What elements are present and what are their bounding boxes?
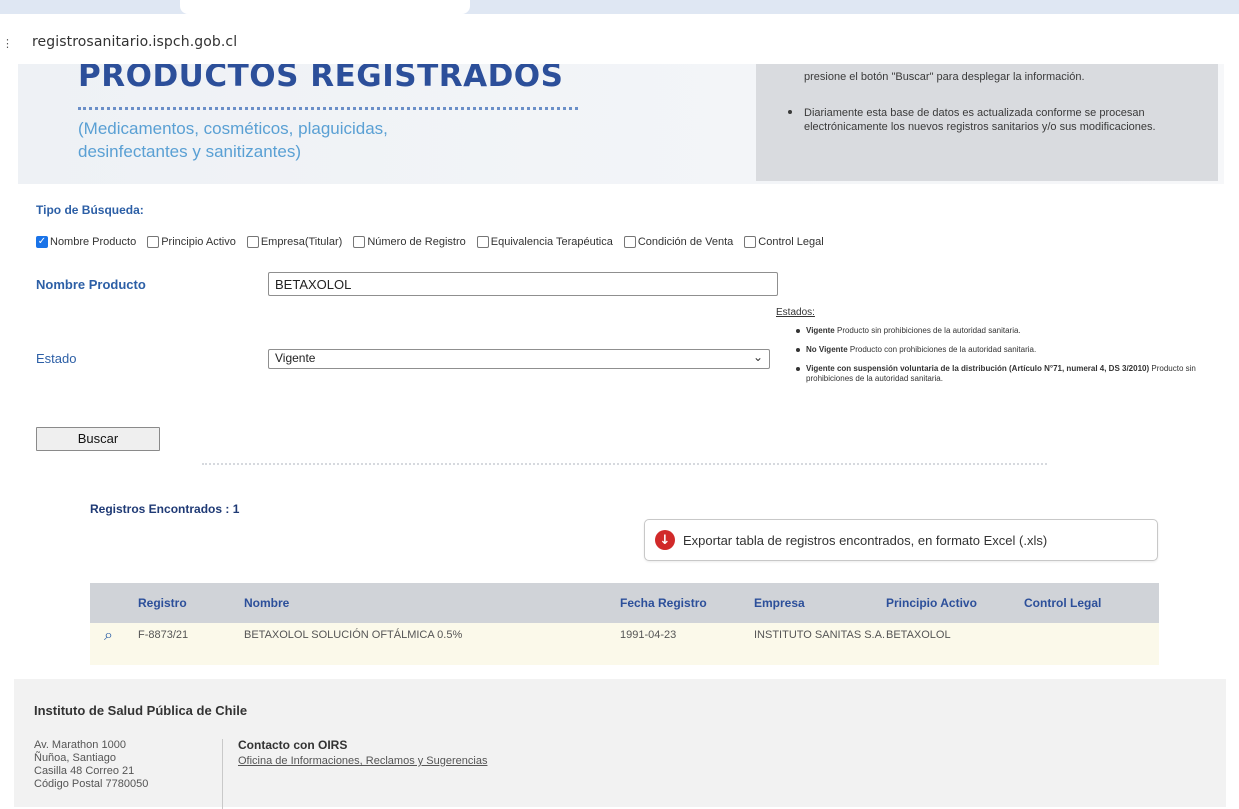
export-excel-button[interactable]: ↓ Exportar tabla de registros encontrado… — [644, 519, 1158, 561]
browser-address-bar[interactable]: ⋮ registrosanitario.ispch.gob.cl — [0, 14, 1239, 64]
estado-item: Vigente con suspensión voluntaria de la … — [796, 364, 1216, 384]
footer-title: Instituto de Salud Pública de Chile — [34, 703, 248, 718]
buscar-button[interactable]: Buscar — [36, 427, 160, 451]
principio-cell: BETAXOLOL — [886, 629, 951, 641]
address-line: Ñuñoa, Santiago — [34, 752, 116, 764]
option-nombre-producto[interactable]: ✓ Nombre Producto — [36, 236, 136, 248]
title-underline — [78, 107, 578, 110]
fecha-cell: 1991-04-23 — [620, 629, 677, 641]
checkbox-icon[interactable] — [623, 236, 636, 248]
results-table: Registro Nombre Fecha Registro Empresa P… — [90, 583, 1159, 665]
section-divider — [202, 463, 1047, 465]
column-header: Fecha Registro — [620, 596, 707, 610]
estado-label: Estado — [36, 351, 77, 366]
search-type-options: ✓ Nombre Producto Principio Activo Empre… — [36, 234, 1236, 250]
estados-legend: Estados: Vigente Producto sin prohibicio… — [776, 308, 1216, 393]
page-footer: Instituto de Salud Pública de Chile Av. … — [14, 679, 1226, 809]
option-label: Nombre Producto — [50, 236, 137, 248]
option-equivalencia-terapeutica[interactable]: Equivalencia Terapéutica — [476, 236, 613, 248]
browser-tab-strip — [0, 0, 1239, 14]
empresa-cell: INSTITUTO SANITAS S.A. — [754, 629, 886, 641]
column-header: Registro — [138, 596, 187, 610]
table-row[interactable]: ⌕ F-8873/21 BETAXOLOL SOLUCIÓN OFTÁLMICA… — [90, 623, 1159, 665]
oirs-link[interactable]: Oficina de Informaciones, Reclamos y Sug… — [238, 755, 487, 767]
address-line: Casilla 48 Correo 21 — [34, 765, 135, 777]
estados-heading: Estados: — [776, 307, 815, 318]
detail-cell: ⌕ — [90, 625, 138, 644]
info-text-1: presione el botón "Buscar" para desplega… — [804, 71, 1085, 83]
estado-item: No Vigente Producto con prohibiciones de… — [796, 345, 1216, 355]
results-count: Registros Encontrados : 1 — [90, 502, 240, 516]
address-line: Código Postal 7780050 — [34, 778, 149, 790]
page-title: PRODUCTOS REGISTRADOS — [78, 64, 564, 94]
option-label: Control Legal — [758, 236, 824, 248]
site-info-icon[interactable]: ⋮ — [2, 37, 14, 50]
bullet-icon — [788, 110, 792, 114]
nombre-producto-input[interactable] — [268, 272, 778, 296]
option-principio-activo[interactable]: Principio Activo — [147, 236, 236, 248]
search-type-label: Tipo de Búsqueda: — [36, 203, 144, 217]
registro-cell: F-8873/21 — [138, 629, 189, 641]
checkbox-icon[interactable] — [353, 236, 366, 248]
nombre-cell: BETAXOLOL SOLUCIÓN OFTÁLMICA 0.5% — [244, 629, 463, 641]
checkbox-icon[interactable] — [147, 236, 160, 248]
footer-divider — [222, 739, 223, 809]
magnifier-icon[interactable]: ⌕ — [104, 625, 113, 644]
checkbox-icon[interactable] — [744, 236, 757, 248]
estado-selected-value: Vigente — [275, 351, 316, 365]
column-header: Nombre — [244, 596, 290, 610]
estados-list: Vigente Producto sin prohibiciones de la… — [776, 326, 1216, 384]
checkbox-icon[interactable] — [246, 236, 259, 248]
option-control-legal[interactable]: Control Legal — [744, 236, 824, 248]
checkbox-checked-icon[interactable]: ✓ — [36, 236, 48, 248]
estado-term: No Vigente — [806, 345, 848, 354]
option-label: Número de Registro — [367, 236, 466, 248]
column-header: Control Legal — [1024, 596, 1102, 610]
chevron-down-icon: ⌄ — [752, 350, 763, 364]
option-empresa-titular[interactable]: Empresa(Titular) — [246, 236, 343, 248]
browser-active-tab[interactable] — [180, 0, 470, 14]
option-label: Condición de Venta — [637, 236, 734, 248]
export-label: Exportar tabla de registros encontrados,… — [683, 532, 1048, 548]
table-header: Registro Nombre Fecha Registro Empresa P… — [90, 583, 1159, 623]
arrow-down-icon: ↓ — [655, 530, 675, 550]
info-box: presione el botón "Buscar" para desplega… — [756, 64, 1218, 181]
option-condicion-venta[interactable]: Condición de Venta — [623, 236, 734, 248]
checkbox-icon[interactable] — [476, 236, 489, 248]
estado-desc: Producto sin prohibiciones de la autorid… — [836, 326, 1021, 335]
option-label: Empresa(Titular) — [260, 236, 343, 248]
nombre-producto-label: Nombre Producto — [36, 277, 146, 292]
address-line: Av. Marathon 1000 — [34, 739, 126, 751]
column-header: Principio Activo — [886, 596, 977, 610]
option-label: Principio Activo — [161, 236, 236, 248]
option-label: Equivalencia Terapéutica — [490, 236, 613, 248]
option-numero-registro[interactable]: Número de Registro — [353, 236, 466, 248]
estado-term: Vigente con suspensión voluntaria de la … — [806, 364, 1150, 373]
estado-item: Vigente Producto sin prohibiciones de la… — [796, 326, 1216, 336]
url-text[interactable]: registrosanitario.ispch.gob.cl — [32, 34, 237, 50]
page-subtitle: (Medicamentos, cosméticos, plaguicidas, … — [78, 119, 388, 161]
estado-desc: Producto con prohibiciones de la autorid… — [849, 345, 1037, 354]
column-header: Empresa — [754, 596, 805, 610]
footer-address: Av. Marathon 1000 Ñuñoa, Santiago Casill… — [34, 739, 214, 791]
estado-select[interactable]: Vigente ⌄ — [268, 349, 770, 369]
estado-term: Vigente — [806, 326, 835, 335]
info-text-2: Diariamente esta base de datos es actual… — [804, 107, 1156, 133]
page-content: PRODUCTOS REGISTRADOS (Medicamentos, cos… — [14, 64, 1226, 809]
contact-heading: Contacto con OIRS — [238, 738, 348, 752]
header-banner: PRODUCTOS REGISTRADOS (Medicamentos, cos… — [18, 64, 1224, 184]
